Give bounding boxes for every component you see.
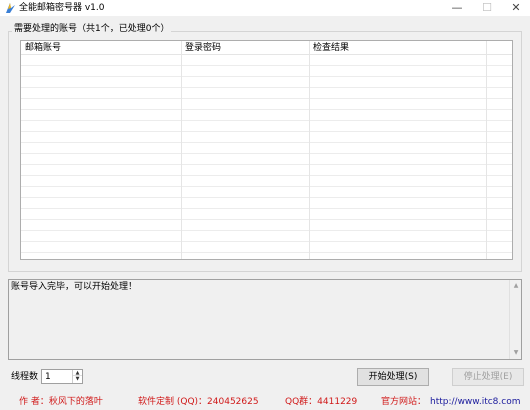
log-scrollbar[interactable]: ▲ ▼ <box>509 280 521 359</box>
minimize-button[interactable]: — <box>442 0 472 16</box>
scroll-up-arrow-icon[interactable]: ▲ <box>510 280 522 292</box>
column-divider <box>486 41 487 259</box>
title-bar: 全能邮箱密号器 v1.0 — ☐ ✕ <box>0 0 530 16</box>
threads-spinner[interactable]: ▲ ▼ <box>41 369 83 384</box>
close-button[interactable]: ✕ <box>501 0 530 16</box>
log-message: 账号导入完毕，可以开始处理！ <box>11 282 138 292</box>
column-header-password[interactable]: 登录密码 <box>181 41 309 55</box>
threads-input[interactable] <box>43 370 73 383</box>
column-header-result[interactable]: 检查结果 <box>309 41 486 55</box>
stop-button[interactable]: 停止处理(E) <box>452 368 524 386</box>
footer-website-label: 官方网站： <box>381 397 427 407</box>
footer-custom: 软件定制 (QQ)：240452625 <box>138 397 259 407</box>
accounts-group-title: 需要处理的账号（共1个，已处理0个） <box>12 23 172 35</box>
start-button[interactable]: 开始处理(S) <box>357 368 429 386</box>
window-title: 全能邮箱密号器 v1.0 <box>19 3 105 13</box>
table-rows <box>21 55 512 259</box>
scroll-down-arrow-icon[interactable]: ▼ <box>510 347 522 359</box>
footer-website-link[interactable]: http://www.itc8.com <box>430 397 520 410</box>
spinner-down-icon[interactable]: ▼ <box>73 376 82 382</box>
column-divider <box>309 41 310 259</box>
log-textarea[interactable]: 账号导入完毕，可以开始处理！ ▲ ▼ <box>8 279 522 360</box>
threads-label: 线程数 <box>11 372 39 382</box>
app-icon <box>6 3 15 13</box>
maximize-button: ☐ <box>482 1 492 14</box>
footer-qq-group: QQ群：4411229 <box>285 397 358 407</box>
spinner-buttons: ▲ ▼ <box>72 370 82 383</box>
column-divider <box>181 41 182 259</box>
table-header: 邮箱账号 登录密码 检查结果 <box>21 41 512 55</box>
footer-author: 作 者：秋风下的落叶 <box>19 397 103 407</box>
column-header-email[interactable]: 邮箱账号 <box>21 41 181 55</box>
accounts-table[interactable]: 邮箱账号 登录密码 检查结果 <box>20 40 513 260</box>
